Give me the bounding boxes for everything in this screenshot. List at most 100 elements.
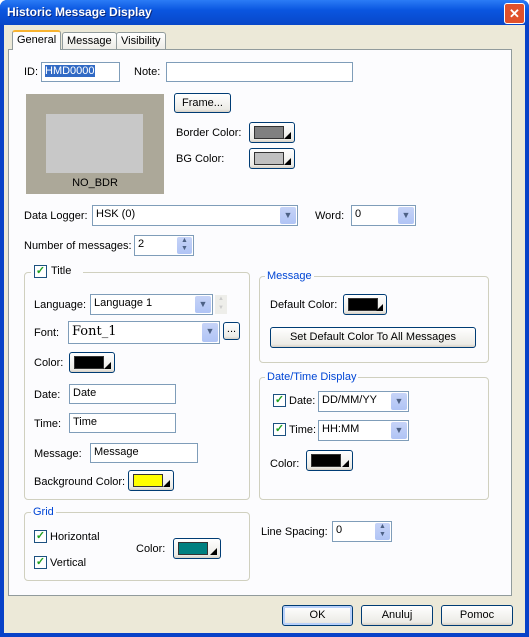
title-color-button[interactable]	[69, 352, 115, 373]
date-format-select[interactable]: DD/MM/YY ▼	[318, 391, 409, 412]
dropdown-triangle-icon	[342, 460, 349, 467]
time-format-label: Time:	[289, 424, 317, 436]
title-checkbox-label: Title	[51, 265, 72, 277]
spin-arrows-icon[interactable]: ▲ ▼	[177, 237, 192, 254]
datetime-group-title: Date/Time Display	[265, 371, 359, 383]
data-logger-label: Data Logger:	[24, 210, 88, 222]
border-color-button[interactable]	[249, 122, 295, 143]
dropdown-triangle-icon	[163, 480, 170, 487]
word-label: Word:	[315, 210, 345, 222]
grid-group-title: Grid	[31, 506, 56, 518]
vertical-checkbox[interactable]: ✓	[34, 556, 47, 569]
chevron-down-icon[interactable]: ▼	[202, 323, 218, 342]
num-messages-label: Number of messages:	[24, 240, 132, 252]
message-group-title: Message	[265, 270, 314, 282]
border-color-label: Border Color:	[176, 127, 242, 139]
date-format-value: DD/MM/YY	[322, 394, 377, 406]
title-checkbox[interactable]: ✓	[34, 265, 47, 278]
date-checkbox[interactable]: ✓	[273, 394, 286, 407]
tab-visibility[interactable]: Visibility	[116, 32, 166, 50]
id-value: HMD0000	[45, 65, 95, 77]
chevron-down-icon[interactable]: ▼	[391, 422, 407, 439]
num-messages-value: 2	[138, 238, 145, 250]
ok-button[interactable]: OK	[282, 605, 353, 626]
time-format-select[interactable]: HH:MM ▼	[318, 420, 409, 441]
language-select[interactable]: Language 1 ▼	[90, 294, 213, 315]
color-swatch	[311, 454, 341, 467]
frame-button[interactable]: Frame...	[174, 93, 231, 113]
line-spacing-value: 0	[336, 524, 343, 536]
background-color-label: Background Color:	[34, 476, 126, 488]
spin-arrows-icon[interactable]: ▲ ▼	[375, 523, 390, 540]
language-label: Language:	[34, 299, 86, 311]
close-icon: ✕	[509, 6, 520, 21]
word-value: 0	[355, 208, 362, 220]
date-format-label: Date:	[289, 395, 316, 407]
color-swatch	[348, 298, 378, 311]
font-value: Font_1	[72, 324, 117, 339]
set-default-color-button[interactable]: Set Default Color To All Messages	[270, 327, 476, 348]
default-color-label: Default Color:	[270, 299, 338, 311]
date-input[interactable]: Date	[69, 384, 176, 404]
bg-color-label: BG Color:	[176, 153, 225, 165]
horizontal-label: Horizontal	[50, 531, 100, 543]
font-select[interactable]: Font_1 ▼	[68, 321, 220, 344]
help-button[interactable]: Pomoc	[441, 605, 513, 626]
preview-text: NO_BDR	[72, 177, 118, 189]
time-input[interactable]: Time	[69, 413, 176, 433]
tab-message[interactable]: Message	[62, 32, 117, 50]
time-format-value: HH:MM	[322, 423, 360, 435]
id-input[interactable]: HMD0000	[41, 62, 120, 82]
chevron-down-icon[interactable]: ▼	[280, 207, 296, 224]
data-logger-select[interactable]: HSK (0) ▼	[92, 205, 298, 226]
color-swatch	[178, 542, 208, 555]
dropdown-triangle-icon	[284, 132, 291, 139]
window-title: Historic Message Display	[7, 5, 152, 19]
message-group	[259, 276, 489, 363]
time-checkbox[interactable]: ✓	[273, 423, 286, 436]
title-bar[interactable]: Historic Message Display ✕	[0, 0, 529, 25]
title-checkbox-row[interactable]: ✓ Title	[31, 265, 83, 279]
grid-color-button[interactable]	[173, 538, 221, 559]
date-label: Date:	[34, 389, 61, 401]
language-spin-disabled: ▲ ▼	[215, 295, 227, 314]
datetime-color-button[interactable]	[306, 450, 353, 471]
color-swatch	[74, 356, 104, 369]
dropdown-triangle-icon	[376, 304, 383, 311]
num-messages-spinner[interactable]: 2 ▲ ▼	[134, 235, 194, 256]
note-label: Note:	[134, 66, 161, 78]
note-input[interactable]	[166, 62, 353, 82]
word-select[interactable]: 0 ▼	[351, 205, 416, 226]
dropdown-triangle-icon	[210, 548, 217, 555]
close-button[interactable]: ✕	[504, 3, 525, 24]
frame-preview: NO_BDR	[26, 94, 164, 194]
dropdown-triangle-icon	[104, 362, 111, 369]
bg-color-button[interactable]	[249, 148, 295, 169]
time-label: Time:	[34, 418, 62, 430]
chevron-down-icon[interactable]: ▼	[398, 207, 414, 224]
preview-inner	[46, 114, 143, 173]
title-color-label: Color:	[34, 357, 64, 369]
font-label: Font:	[34, 327, 60, 339]
message-input[interactable]: Message	[90, 443, 198, 463]
chevron-down-icon[interactable]: ▼	[195, 296, 211, 313]
color-swatch	[254, 152, 284, 165]
cancel-button[interactable]: Anuluj	[361, 605, 433, 626]
data-logger-value: HSK (0)	[96, 208, 136, 220]
language-value: Language 1	[94, 297, 153, 309]
dropdown-triangle-icon	[284, 158, 291, 165]
datetime-color-label: Color:	[270, 458, 300, 470]
vertical-label: Vertical	[50, 557, 87, 569]
tab-general[interactable]: General	[12, 30, 62, 50]
grid-color-label: Color:	[136, 543, 166, 555]
line-spacing-spinner[interactable]: 0 ▲ ▼	[332, 521, 392, 542]
chevron-down-icon[interactable]: ▼	[391, 393, 407, 410]
line-spacing-label: Line Spacing:	[261, 526, 328, 538]
message-label: Message:	[34, 448, 82, 460]
background-color-button[interactable]	[128, 470, 174, 491]
default-color-button[interactable]	[343, 294, 387, 315]
font-more-button[interactable]: ...	[223, 322, 240, 340]
horizontal-checkbox[interactable]: ✓	[34, 530, 47, 543]
id-label: ID:	[24, 66, 39, 78]
color-swatch	[254, 126, 284, 139]
